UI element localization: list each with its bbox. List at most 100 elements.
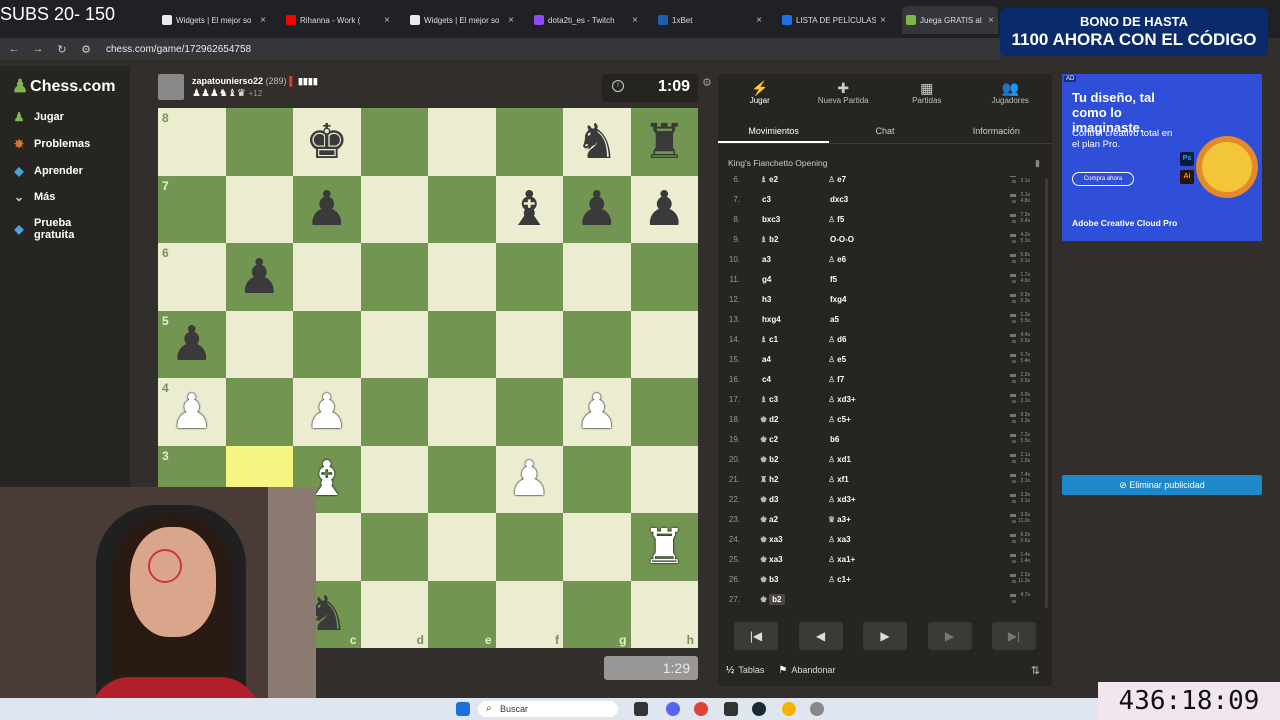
- board-square[interactable]: f: [495, 580, 563, 648]
- board-square[interactable]: ♟: [293, 378, 361, 446]
- flip-board-icon[interactable]: ⇅: [1031, 664, 1040, 677]
- url-field[interactable]: chess.com/game/172962654758: [106, 44, 251, 55]
- white-move[interactable]: a3: [760, 255, 771, 264]
- first-move-button[interactable]: |◀: [734, 622, 778, 650]
- white-move[interactable]: ♚ a2: [760, 515, 778, 524]
- board-square[interactable]: [495, 108, 563, 176]
- black-move[interactable]: fxg4: [828, 295, 846, 304]
- white-move[interactable]: ♚ d3: [760, 495, 779, 504]
- board-square[interactable]: [225, 378, 293, 446]
- board-square[interactable]: [428, 513, 496, 581]
- white-move[interactable]: ♚ d2: [760, 415, 779, 424]
- white-move[interactable]: ♝ c3: [760, 395, 778, 404]
- book-icon[interactable]: ▮: [1035, 158, 1040, 169]
- black-pawn-icon[interactable]: ♟: [238, 253, 281, 301]
- black-move[interactable]: [828, 595, 830, 604]
- white-move[interactable]: c3: [760, 195, 771, 204]
- board-square[interactable]: [293, 310, 361, 378]
- white-pawn-icon[interactable]: ♟: [575, 388, 618, 436]
- chess-logo[interactable]: ♟ Chess.com: [12, 76, 116, 97]
- board-square[interactable]: 4 ♟: [158, 378, 226, 446]
- black-move[interactable]: ♙ xd3+: [828, 395, 856, 404]
- board-square[interactable]: [563, 243, 631, 311]
- browser-tab[interactable]: Widgets | El mejor so ×: [406, 6, 518, 34]
- steam-icon[interactable]: [752, 702, 766, 716]
- black-move[interactable]: ♙ xa1+: [828, 555, 855, 564]
- board-square[interactable]: [630, 378, 698, 446]
- board-square[interactable]: d: [360, 580, 428, 648]
- board-square[interactable]: ♟: [293, 175, 361, 243]
- black-move[interactable]: ♙ d6: [828, 335, 847, 344]
- black-move[interactable]: ♙ f7: [828, 375, 844, 384]
- ad-banner[interactable]: AD Tu diseño, tal como lo imaginaste. Co…: [1062, 74, 1262, 241]
- white-rook-icon[interactable]: ♜: [643, 523, 686, 571]
- black-pawn-icon[interactable]: ♟: [643, 185, 686, 233]
- board-square[interactable]: [428, 378, 496, 446]
- board-square[interactable]: [225, 310, 293, 378]
- board-square[interactable]: [495, 513, 563, 581]
- panel-tab[interactable]: ▦ Partidas: [885, 74, 969, 116]
- board-square[interactable]: ♞: [563, 108, 631, 176]
- board-square[interactable]: ♟: [630, 175, 698, 243]
- nav-item[interactable]: ⌄ Más: [12, 190, 55, 204]
- chrome-icon[interactable]: [694, 702, 708, 716]
- ad-cta-button[interactable]: Compra ahora: [1072, 172, 1134, 186]
- browser-tab[interactable]: Widgets | El mejor so ×: [158, 6, 270, 34]
- board-square[interactable]: [495, 378, 563, 446]
- board-square[interactable]: 5 ♟: [158, 310, 226, 378]
- board-square[interactable]: g: [563, 580, 631, 648]
- black-bishop-icon[interactable]: ♝: [508, 185, 551, 233]
- close-icon[interactable]: ×: [752, 15, 766, 26]
- move-list-scrollbar[interactable]: [1045, 178, 1048, 608]
- board-square[interactable]: [428, 175, 496, 243]
- board-square[interactable]: 7: [158, 175, 226, 243]
- black-move[interactable]: ♙ e6: [828, 255, 846, 264]
- white-move[interactable]: bxc3: [760, 215, 780, 224]
- file-explorer-icon[interactable]: [634, 702, 648, 716]
- white-pawn-icon[interactable]: ♟: [170, 388, 213, 436]
- board-square[interactable]: e: [428, 580, 496, 648]
- white-pawn-icon[interactable]: ♟: [305, 388, 348, 436]
- black-pawn-icon[interactable]: ♟: [170, 320, 213, 368]
- browser-tab[interactable]: dota2ti_es - Twitch ×: [530, 6, 642, 34]
- black-move[interactable]: ♙ xf1: [828, 475, 849, 484]
- black-move[interactable]: ♙ xa3: [828, 535, 851, 544]
- close-icon[interactable]: ×: [504, 15, 518, 26]
- next-move-button[interactable]: ▶: [863, 622, 907, 650]
- black-move[interactable]: ♙ xd3+: [828, 495, 856, 504]
- close-icon[interactable]: ×: [380, 15, 394, 26]
- board-square[interactable]: [293, 243, 361, 311]
- board-square[interactable]: [630, 310, 698, 378]
- white-move[interactable]: c4: [760, 375, 771, 384]
- board-square[interactable]: [630, 243, 698, 311]
- chrome-icon[interactable]: [782, 702, 796, 716]
- black-move[interactable]: f5: [828, 275, 837, 284]
- black-move[interactable]: ♙ e7: [828, 176, 846, 184]
- board-square[interactable]: ♟: [563, 175, 631, 243]
- black-pawn-icon[interactable]: ♟: [305, 185, 348, 233]
- avatar[interactable]: [158, 74, 184, 100]
- panel-subtab[interactable]: Movimientos: [718, 118, 830, 143]
- board-settings-gear-icon[interactable]: ⚙: [702, 76, 712, 89]
- white-move[interactable]: ♝ b2: [760, 235, 779, 244]
- board-square[interactable]: 6: [158, 243, 226, 311]
- discord-icon[interactable]: [666, 702, 680, 716]
- close-icon[interactable]: ×: [984, 15, 998, 26]
- close-icon[interactable]: ×: [628, 15, 642, 26]
- black-move[interactable]: O-O-O: [828, 235, 854, 244]
- board-square[interactable]: [360, 310, 428, 378]
- white-move[interactable]: ♝ e2: [760, 176, 778, 184]
- board-square[interactable]: ♟: [225, 243, 293, 311]
- board-square[interactable]: [360, 108, 428, 176]
- white-move[interactable]: ♚ xa3: [760, 555, 783, 564]
- board-square[interactable]: ♚: [293, 108, 361, 176]
- board-square[interactable]: [495, 243, 563, 311]
- board-square[interactable]: [360, 175, 428, 243]
- nav-item[interactable]: ◆ Aprender: [12, 164, 83, 178]
- black-move[interactable]: ♙ xd1: [828, 455, 851, 464]
- nav-item[interactable]: ◆ Prueba gratuita: [12, 217, 94, 241]
- black-move[interactable]: ♙ c5+: [828, 415, 851, 424]
- close-icon[interactable]: ×: [876, 15, 890, 26]
- white-move[interactable]: g4: [760, 275, 771, 284]
- black-move[interactable]: b6: [828, 435, 839, 444]
